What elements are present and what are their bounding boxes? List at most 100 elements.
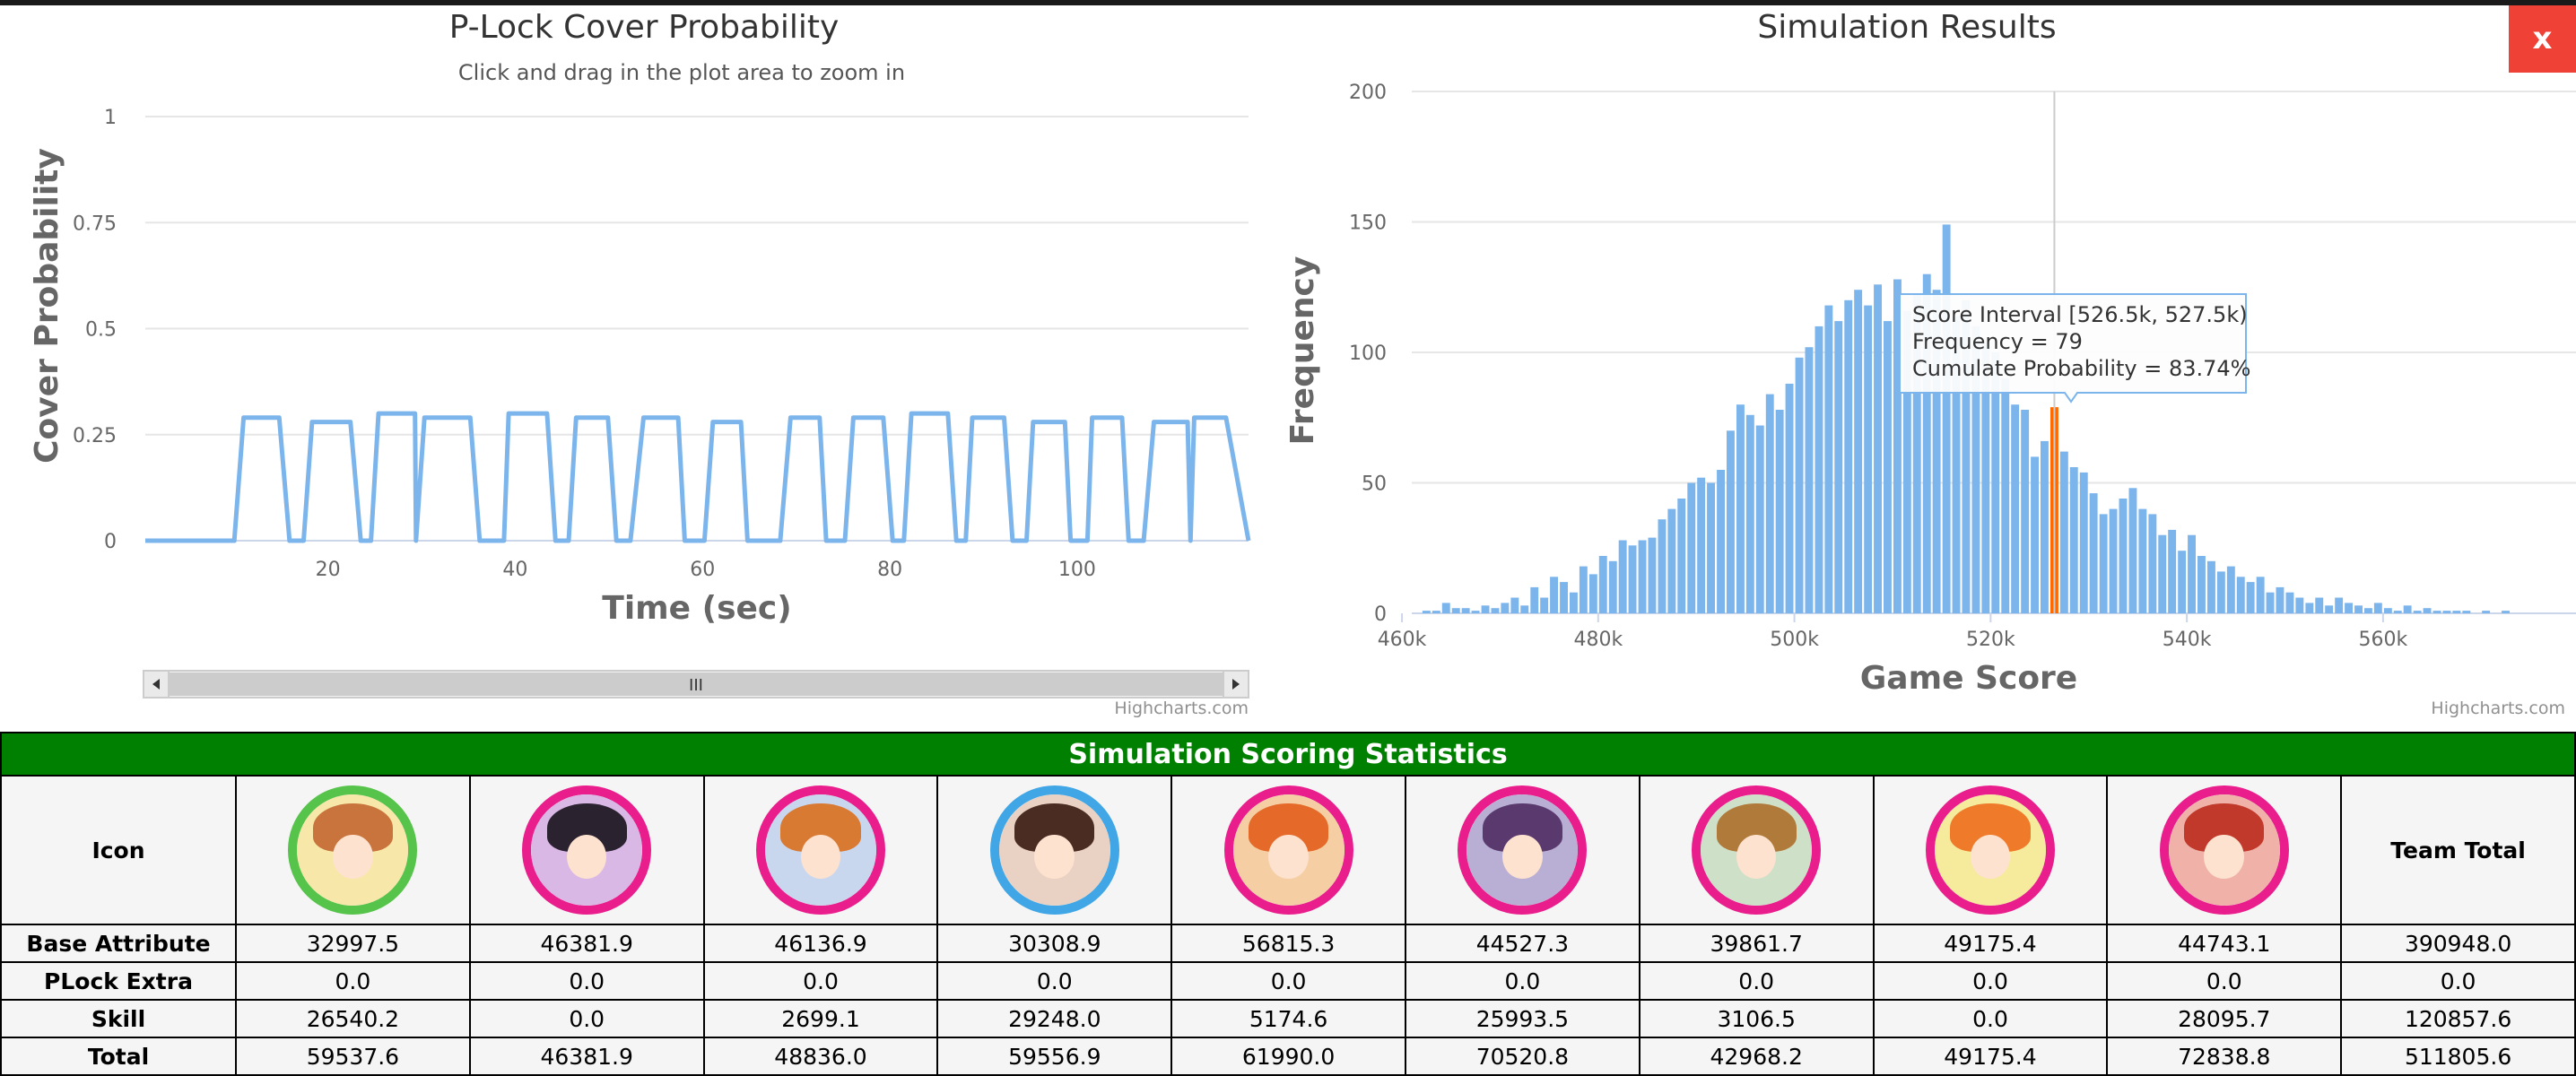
histogram-bar[interactable]	[1844, 299, 1853, 613]
histogram-bar[interactable]	[2295, 597, 2304, 614]
histogram-bar[interactable]	[2119, 499, 2128, 613]
histogram-bar[interactable]	[2502, 611, 2510, 613]
histogram-bar[interactable]	[1874, 284, 1882, 613]
histogram-bar[interactable]	[1707, 482, 1715, 614]
histogram-bar[interactable]	[2079, 472, 2088, 613]
histogram-bar[interactable]	[2432, 611, 2441, 613]
histogram-bar[interactable]	[2031, 456, 2039, 613]
navigator-scrollbar[interactable]: III	[143, 670, 1249, 699]
histogram-bar[interactable]	[2462, 611, 2471, 613]
histogram-bar[interactable]	[2197, 556, 2206, 613]
histogram-bar[interactable]	[1520, 605, 1529, 613]
histogram-bar[interactable]	[1628, 545, 1637, 613]
histogram-bar[interactable]	[2345, 603, 2353, 613]
histogram-bar[interactable]	[2069, 467, 2078, 613]
histogram-bar[interactable]	[1451, 608, 1460, 613]
histogram-bar[interactable]	[2148, 514, 2157, 613]
histogram-bar[interactable]	[1510, 597, 1519, 614]
close-button[interactable]: x	[2509, 5, 2576, 73]
histogram-bar[interactable]	[1422, 611, 1431, 613]
histogram-bar[interactable]	[2168, 529, 2177, 613]
card-2-avatar-icon[interactable]	[522, 785, 652, 915]
card-6-avatar-icon[interactable]	[1458, 785, 1588, 915]
histogram-bar[interactable]	[2021, 410, 2030, 613]
card-7-avatar-icon[interactable]	[1692, 785, 1822, 915]
histogram-bar[interactable]	[1805, 347, 1814, 613]
histogram-bar[interactable]	[2403, 605, 2412, 613]
histogram-bar[interactable]	[2041, 440, 2049, 613]
histogram-bar[interactable]	[1785, 383, 1794, 613]
histogram-bar[interactable]	[1745, 414, 1754, 613]
histogram-bar[interactable]	[1501, 603, 1510, 613]
histogram-bar[interactable]	[1461, 608, 1470, 613]
histogram-bar[interactable]	[1667, 508, 1676, 613]
histogram-bar[interactable]	[1824, 305, 1833, 613]
histogram-bar[interactable]	[2246, 582, 2255, 613]
histogram-bar[interactable]	[2226, 566, 2235, 613]
histogram-bar[interactable]	[1727, 430, 1735, 613]
histogram-bar[interactable]	[1560, 582, 1568, 613]
histogram-bar[interactable]	[2266, 592, 2275, 613]
card-8-avatar-icon[interactable]	[1925, 785, 2055, 915]
histogram-bar[interactable]	[1638, 540, 1647, 614]
histogram-bar[interactable]	[2089, 493, 2098, 613]
histogram-bar[interactable]	[1834, 321, 1843, 613]
histogram-bar[interactable]	[1658, 519, 1667, 613]
histogram-bar[interactable]	[2138, 508, 2147, 613]
histogram-bar[interactable]	[2423, 608, 2432, 613]
histogram-bar[interactable]	[2011, 404, 2020, 613]
histogram-bar[interactable]	[1942, 224, 1951, 613]
histogram-bar[interactable]	[2285, 592, 2294, 613]
card-1-avatar-icon[interactable]	[288, 785, 418, 915]
histogram-bar[interactable]	[1441, 603, 1450, 613]
histogram-bar[interactable]	[2364, 608, 2372, 613]
histogram-bar[interactable]	[1795, 357, 1804, 613]
histogram-bar[interactable]	[1697, 477, 1706, 613]
histogram-bar[interactable]	[2442, 611, 2451, 613]
histogram-bar[interactable]	[1736, 404, 1745, 613]
histogram-bar[interactable]	[2256, 577, 2265, 613]
card-9-avatar-icon[interactable]	[2159, 785, 2289, 915]
histogram-bar[interactable]	[1579, 566, 1588, 613]
histogram-bar[interactable]	[1588, 574, 1597, 613]
histogram-bar[interactable]	[2216, 571, 2225, 613]
histogram-bar[interactable]	[2276, 586, 2284, 613]
histogram-bar[interactable]	[2001, 378, 2010, 613]
histogram-bar[interactable]	[2109, 508, 2118, 613]
card-4-avatar-icon[interactable]	[989, 785, 1119, 915]
histogram-bar[interactable]	[2335, 597, 2344, 614]
histogram-bar[interactable]	[1755, 425, 1764, 614]
histogram-bar[interactable]	[2305, 603, 2314, 613]
histogram-bar[interactable]	[2236, 577, 2245, 613]
histogram-bar[interactable]	[1608, 560, 1617, 613]
histogram-bar[interactable]	[1618, 540, 1627, 614]
histogram-bar[interactable]	[2452, 611, 2461, 613]
histogram-bar[interactable]	[2354, 605, 2363, 613]
histogram-bar[interactable]	[2207, 560, 2215, 613]
histogram-bar[interactable]	[2315, 597, 2324, 614]
histogram-bar[interactable]	[1775, 410, 1784, 613]
right-chart-credit[interactable]: Highcharts.com	[2431, 699, 2565, 718]
histogram-bar[interactable]	[1481, 605, 1490, 613]
histogram-bar[interactable]	[1550, 577, 1558, 613]
cover-probability-line[interactable]	[145, 411, 1251, 543]
cover-probability-chart[interactable]: P-Lock Cover Probability Click and drag …	[0, 5, 1288, 723]
histogram-bar[interactable]	[2393, 611, 2402, 613]
histogram-bar[interactable]	[1598, 556, 1607, 613]
histogram-bar[interactable]	[1687, 482, 1696, 614]
histogram-bar[interactable]	[1471, 611, 1480, 613]
histogram-bar[interactable]	[1717, 470, 1725, 613]
histogram-bar[interactable]	[2059, 451, 2068, 613]
histogram-bar[interactable]	[1491, 608, 1500, 613]
card-5-avatar-icon[interactable]	[1223, 785, 1353, 915]
histogram-bar[interactable]	[2383, 608, 2392, 613]
histogram-bar[interactable]	[1432, 611, 1440, 613]
histogram-bar[interactable]	[1530, 586, 1539, 613]
histogram-bar[interactable]	[2128, 488, 2137, 613]
histogram-bar[interactable]	[2413, 611, 2422, 613]
card-3-avatar-icon[interactable]	[755, 785, 885, 915]
histogram-bar[interactable]	[2482, 611, 2491, 613]
histogram-bar[interactable]	[2373, 603, 2382, 613]
histogram-bar[interactable]	[1540, 597, 1549, 614]
histogram-bar[interactable]	[1677, 499, 1686, 613]
